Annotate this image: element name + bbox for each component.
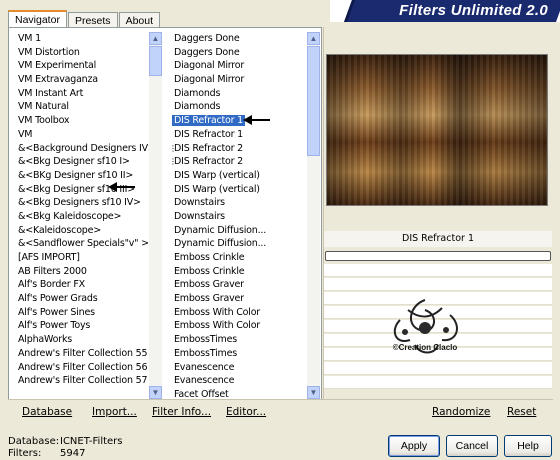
- list-item[interactable]: &<Bkg Designer sf10 I>: [12, 155, 149, 169]
- list-item[interactable]: Andrew's Filter Collection 56: [12, 361, 149, 375]
- scroll-up-icon[interactable]: ▲: [149, 32, 162, 45]
- list-item[interactable]: Emboss Graver: [168, 292, 307, 306]
- list-item[interactable]: Downstairs: [168, 196, 307, 210]
- tab-navigator[interactable]: Navigator: [8, 10, 67, 28]
- list-item[interactable]: Alf's Power Sines: [12, 306, 149, 320]
- list-item[interactable]: Diamonds: [168, 87, 307, 101]
- scroll-thumb[interactable]: [149, 46, 162, 76]
- status-filters-value: 5947: [60, 448, 86, 459]
- list-item[interactable]: ⋮DIS Refractor 2: [168, 155, 307, 169]
- list-item[interactable]: Facet Offset: [168, 388, 307, 399]
- filter-info-button[interactable]: Filter Info...: [152, 406, 211, 418]
- status-filters: Filters: 5947: [8, 448, 85, 459]
- list-item[interactable]: VM Experimental: [12, 59, 149, 73]
- list-item[interactable]: DIS Refractor 1: [168, 128, 307, 142]
- list-item[interactable]: Diagonal Mirror: [168, 59, 307, 73]
- list-item[interactable]: Emboss Crinkle: [168, 265, 307, 279]
- randomize-label: Randomize: [432, 406, 491, 418]
- help-button[interactable]: Help: [504, 435, 552, 457]
- editor-button[interactable]: Editor...: [226, 406, 266, 418]
- status-database-label: Database:: [8, 436, 60, 447]
- apply-button[interactable]: Apply: [388, 435, 440, 457]
- filter-list-items: Daggers Done Daggers Done Diagonal Mirror D…: [168, 32, 307, 399]
- current-filter-name: DIS Refractor 1: [324, 231, 552, 247]
- list-item[interactable]: DIS Warp (vertical): [168, 183, 307, 197]
- list-item[interactable]: VM 1: [12, 32, 149, 46]
- app-banner: Filters Unlimited 2.0: [330, 0, 560, 22]
- watermark-text: ©Creation Claclo: [393, 343, 458, 352]
- reset-label: Reset: [507, 406, 537, 418]
- watermark-logo: ©Creation Claclo: [393, 299, 458, 354]
- list-item[interactable]: &<Bkg Designers sf10 IV>: [12, 196, 149, 210]
- list-item[interactable]: Alf's Border FX: [12, 278, 149, 292]
- status-filters-label: Filters:: [8, 448, 42, 459]
- category-list[interactable]: VM 1 VM Distortion VM Experimental VM Extra…: [12, 32, 162, 399]
- scroll-thumb[interactable]: [307, 46, 320, 156]
- list-item[interactable]: VM: [12, 128, 149, 142]
- list-item[interactable]: Diagonal Mirror: [168, 73, 307, 87]
- filter-scrollbar[interactable]: ▲ ▼: [307, 32, 320, 399]
- filter-info-label: Filter Info...: [152, 406, 212, 418]
- cancel-button[interactable]: Cancel: [446, 435, 498, 457]
- list-item[interactable]: ⋮DIS Refractor 2: [168, 142, 307, 156]
- list-item[interactable]: DIS Refractor 1: [168, 114, 307, 128]
- list-item[interactable]: Emboss Graver: [168, 278, 307, 292]
- pointer-arrow-icon: [243, 115, 270, 125]
- list-item[interactable]: Emboss With Color: [168, 306, 307, 320]
- parameter-row: [324, 376, 552, 389]
- list-item[interactable]: &<Kaleidoscope>: [12, 224, 149, 238]
- editor-label: Editor...: [226, 406, 267, 418]
- list-item[interactable]: VM Instant Art: [12, 87, 149, 101]
- reset-button[interactable]: Reset: [507, 406, 536, 418]
- list-item[interactable]: EmbossTimes: [168, 333, 307, 347]
- database-button[interactable]: Database: [22, 406, 72, 418]
- tab-about[interactable]: About: [118, 12, 161, 28]
- list-item[interactable]: Daggers Done: [168, 46, 307, 60]
- parameter-row: [324, 264, 552, 277]
- list-item[interactable]: Diamonds: [168, 100, 307, 114]
- list-item[interactable]: Evanescence: [168, 374, 307, 388]
- list-item[interactable]: &<Sandflower Specials"v" >: [12, 237, 149, 251]
- app-title: Filters Unlimited 2.0: [399, 2, 548, 19]
- list-item[interactable]: &<Bkg Kaleidoscope>: [12, 210, 149, 224]
- database-label: Database: [22, 406, 73, 418]
- list-item[interactable]: Emboss With Color: [168, 319, 307, 333]
- list-item[interactable]: Daggers Done: [168, 32, 307, 46]
- list-item[interactable]: Andrew's Filter Collection 57: [12, 374, 149, 388]
- list-item[interactable]: Dynamic Diffusion...: [168, 224, 307, 238]
- status-database-value: ICNET-Filters: [60, 436, 123, 447]
- scroll-up-icon[interactable]: ▲: [307, 32, 320, 45]
- list-item[interactable]: [AFS IMPORT]: [12, 251, 149, 265]
- preview-image: [326, 54, 548, 206]
- list-item[interactable]: EmbossTimes: [168, 347, 307, 361]
- list-item[interactable]: &<Background Designers IV>: [12, 142, 156, 156]
- list-item[interactable]: Downstairs: [168, 210, 307, 224]
- filter-list[interactable]: Daggers Done Daggers Done Diagonal Mirror D…: [168, 32, 320, 399]
- list-item[interactable]: VM Natural: [12, 100, 149, 114]
- list-item[interactable]: Evanescence: [168, 361, 307, 375]
- tab-presets[interactable]: Presets: [67, 12, 118, 28]
- list-item[interactable]: Emboss Crinkle: [168, 251, 307, 265]
- category-scrollbar[interactable]: ▲ ▼: [149, 32, 162, 399]
- list-item[interactable]: VM Toolbox: [12, 114, 149, 128]
- parameter-slider[interactable]: [325, 251, 551, 261]
- list-item[interactable]: AlphaWorks: [12, 333, 149, 347]
- scroll-down-icon[interactable]: ▼: [149, 386, 162, 399]
- list-item[interactable]: VM Distortion: [12, 46, 149, 60]
- list-item[interactable]: AB Filters 2000: [12, 265, 149, 279]
- randomize-button[interactable]: Randomize: [432, 406, 490, 418]
- tab-strip: Navigator Presets About: [8, 10, 161, 28]
- list-item[interactable]: Dynamic Diffusion...: [168, 237, 307, 251]
- list-item[interactable]: Alf's Power Grads: [12, 292, 149, 306]
- pointer-arrow-icon: [108, 182, 135, 192]
- list-item[interactable]: DIS Warp (vertical): [168, 169, 307, 183]
- import-button[interactable]: Import...: [92, 406, 137, 418]
- list-item[interactable]: VM Extravaganza: [12, 73, 149, 87]
- import-label: Import...: [92, 406, 137, 418]
- category-list-items: VM 1 VM Distortion VM Experimental VM Extra…: [12, 32, 156, 399]
- status-database: Database:ICNET-Filters: [8, 436, 123, 447]
- list-item[interactable]: Alf's Power Toys: [12, 319, 149, 333]
- scroll-down-icon[interactable]: ▼: [307, 386, 320, 399]
- list-item[interactable]: Andrew's Filter Collection 55: [12, 347, 149, 361]
